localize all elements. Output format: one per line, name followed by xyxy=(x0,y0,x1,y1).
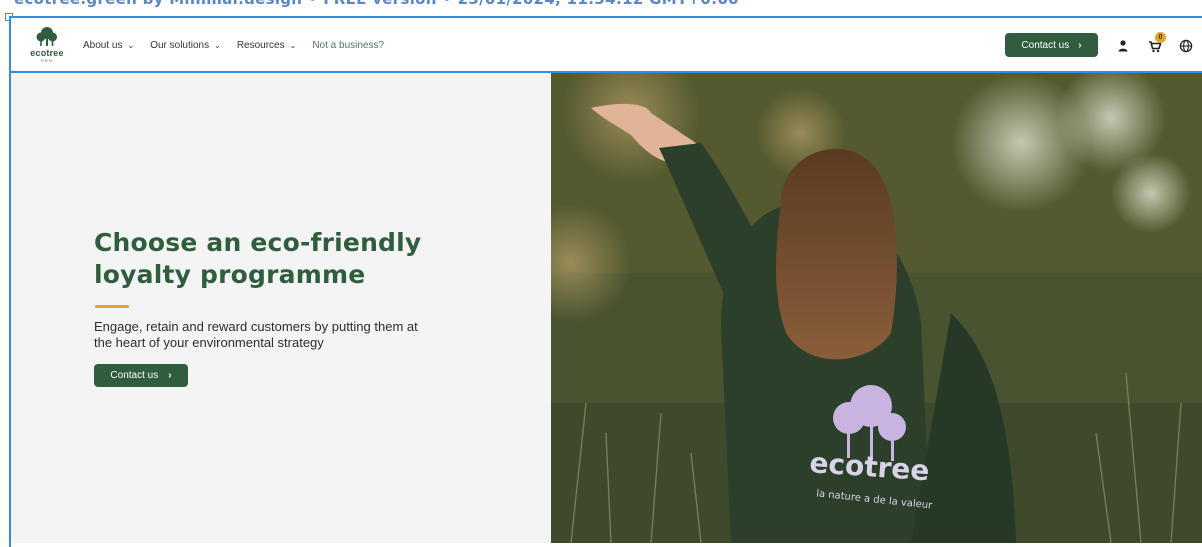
hero-title: Choose an eco-friendly loyalty programme xyxy=(94,227,454,291)
chevron-down-icon: ⌄ xyxy=(127,41,135,50)
title-accent-divider xyxy=(95,305,129,308)
hero-photo: ecotree la nature a de la valeur xyxy=(551,73,1202,543)
nav-item-about-us[interactable]: About us ⌄ xyxy=(83,40,134,51)
globe-icon[interactable] xyxy=(1179,39,1193,53)
hero-subtitle: Engage, retain and reward customers by p… xyxy=(94,319,466,351)
nav-item-label: Our solutions xyxy=(150,40,210,51)
bottom-edge xyxy=(11,543,1202,547)
nav-item-not-a-business[interactable]: Not a business? xyxy=(312,40,384,51)
logo-subtext: PRO xyxy=(41,58,53,63)
hero-photo-illustration: ecotree la nature a de la valeur xyxy=(551,73,1202,543)
header-contact-button[interactable]: Contact us › xyxy=(1005,33,1098,57)
ecotree-logo[interactable]: ecotree PRO xyxy=(25,26,69,66)
nav-item-our-solutions[interactable]: Our solutions ⌄ xyxy=(150,40,221,51)
nav-item-resources[interactable]: Resources ⌄ xyxy=(237,40,297,51)
hero-title-line-2: loyalty programme xyxy=(94,260,366,289)
nav-item-label: Not a business? xyxy=(312,40,385,51)
hero-title-line-1: Choose an eco-friendly xyxy=(94,228,422,257)
chevron-right-icon: › xyxy=(1078,39,1082,51)
site-header: ecotree PRO About us ⌄ Our solutions ⌄ R… xyxy=(9,16,1202,73)
hero-contact-button[interactable]: Contact us › xyxy=(94,364,188,387)
logo-wordmark: ecotree xyxy=(30,48,64,58)
hero-text-panel: Choose an eco-friendly loyalty programme… xyxy=(11,73,551,543)
main-nav: About us ⌄ Our solutions ⌄ Resources ⌄ N… xyxy=(83,40,400,51)
contact-button-label: Contact us xyxy=(110,370,159,381)
chevron-down-icon: ⌄ xyxy=(214,41,221,50)
nav-item-label: About us xyxy=(83,40,123,51)
hero-subtitle-line-2: the heart of your environmental strategy xyxy=(94,335,324,350)
hero-subtitle-line-1: Engage, retain and reward customers by p… xyxy=(94,319,418,334)
user-icon[interactable] xyxy=(1116,39,1130,53)
contact-button-label: Contact us xyxy=(1021,39,1070,51)
screenshot-caption: ecotree.green by Minimal.design • FREE v… xyxy=(0,0,1202,14)
tree-logo-icon xyxy=(36,27,57,46)
cart-count-badge: 0 xyxy=(1155,32,1166,43)
chevron-right-icon: › xyxy=(168,370,172,381)
chevron-down-icon: ⌄ xyxy=(289,41,297,50)
nav-item-label: Resources xyxy=(236,40,285,51)
